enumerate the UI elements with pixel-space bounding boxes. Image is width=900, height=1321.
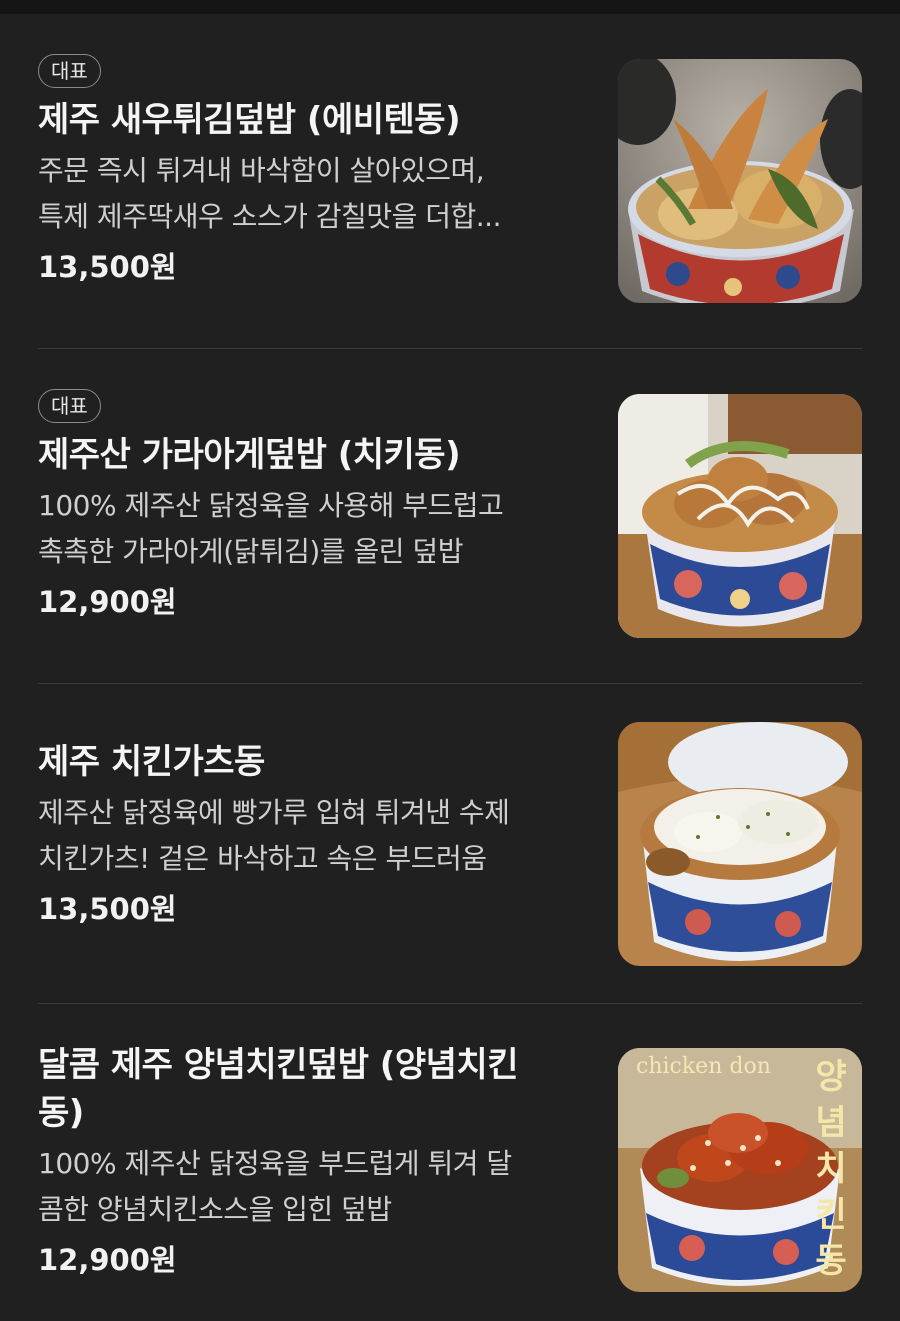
menu-item-description: 주문 즉시 튀겨내 바삭함이 살아있으며, 특제 제주딱새우 소스가 감칠맛을 … bbox=[38, 148, 598, 240]
name-line: 동) bbox=[38, 1093, 84, 1133]
chicken-katsu-bowl-photo[interactable] bbox=[618, 722, 862, 966]
description-line: 특제 제주딱새우 소스가 감칠맛을 더합... bbox=[38, 200, 501, 233]
description-line: 100% 제주산 닭정육을 사용해 부드럽고 bbox=[38, 489, 504, 522]
menu-item-price: 13,500원 bbox=[38, 250, 177, 284]
caption-char: 킨 bbox=[815, 1195, 847, 1235]
menu-item[interactable]: 대표 제주 새우튀김덮밥 (에비텐동) 주문 즉시 튀겨내 바삭함이 살아있으며… bbox=[38, 14, 862, 349]
menu-item-price: 12,900원 bbox=[38, 585, 177, 619]
description-line: 촉촉한 가라아게(닭튀김)를 올린 덮밥 bbox=[38, 535, 463, 568]
description-line: 주문 즉시 튀겨내 바삭함이 살아있으며, bbox=[38, 154, 485, 187]
photo-caption: chicken don bbox=[636, 1054, 771, 1079]
caption-char: 치 bbox=[815, 1149, 847, 1189]
menu-item-text: 대표 제주 새우튀김덮밥 (에비텐동) 주문 즉시 튀겨내 바삭함이 살아있으며… bbox=[38, 54, 598, 290]
menu-item-name: 제주산 가라아게덮밥 (치키동) bbox=[38, 435, 461, 475]
menu-item[interactable]: 대표 제주산 가라아게덮밥 (치키동) 100% 제주산 닭정육을 사용해 부드… bbox=[38, 349, 862, 684]
signature-badge: 대표 bbox=[38, 54, 101, 88]
menu-item-price: 13,500원 bbox=[38, 892, 177, 926]
karaage-chicken-bowl-photo[interactable] bbox=[618, 394, 862, 638]
menu-item-description: 제주산 닭정육에 빵가루 입혀 튀겨낸 수제 치킨가츠! 겉은 바삭하고 속은 … bbox=[38, 790, 598, 882]
description-line: 제주산 닭정육에 빵가루 입혀 튀겨낸 수제 bbox=[38, 796, 510, 829]
signature-badge: 대표 bbox=[38, 389, 101, 423]
menu-list: 대표 제주 새우튀김덮밥 (에비텐동) 주문 즉시 튀겨내 바삭함이 살아있으며… bbox=[38, 14, 862, 1321]
menu-item-text: 달콤 제주 양념치킨덮밥 (양념치킨 동) 100% 제주산 닭정육을 부드럽게… bbox=[38, 1041, 598, 1283]
status-bar-strip bbox=[0, 0, 900, 14]
description-line: 치킨가츠! 겉은 바삭하고 속은 부드러움 bbox=[38, 842, 487, 875]
menu-item-name: 제주 새우튀김덮밥 (에비텐동) bbox=[38, 100, 461, 140]
name-line: 달콤 제주 양념치킨덮밥 (양념치킨 bbox=[38, 1045, 518, 1085]
tempura-shrimp-bowl-photo[interactable] bbox=[618, 59, 862, 303]
menu-item-text: 제주 치킨가츠동 제주산 닭정육에 빵가루 입혀 튀겨낸 수제 치킨가츠! 겉은… bbox=[38, 738, 598, 932]
photo-caption-vertical: 양 념 치 킨 동 bbox=[814, 1054, 848, 1284]
menu-item-text: 대표 제주산 가라아게덮밥 (치키동) 100% 제주산 닭정육을 사용해 부드… bbox=[38, 389, 598, 625]
menu-item-name: 달콤 제주 양념치킨덮밥 (양념치킨 동) bbox=[38, 1041, 598, 1137]
caption-char: 념 bbox=[815, 1103, 847, 1143]
menu-item-price: 12,900원 bbox=[38, 1243, 177, 1277]
menu-item-name: 제주 치킨가츠동 bbox=[38, 742, 265, 782]
menu-item[interactable]: 달콤 제주 양념치킨덮밥 (양념치킨 동) 100% 제주산 닭정육을 부드럽게… bbox=[38, 1004, 862, 1321]
menu-item-description: 100% 제주산 닭정육을 사용해 부드럽고 촉촉한 가라아게(닭튀김)를 올린… bbox=[38, 483, 598, 575]
caption-char: 동 bbox=[815, 1241, 847, 1281]
yangnyeom-chicken-bowl-photo[interactable]: chicken don 양 념 치 킨 동 bbox=[618, 1048, 862, 1292]
description-line: 콤한 양념치킨소스을 입힌 덮밥 bbox=[38, 1193, 392, 1226]
caption-char: 양 bbox=[815, 1057, 847, 1097]
menu-item[interactable]: 제주 치킨가츠동 제주산 닭정육에 빵가루 입혀 튀겨낸 수제 치킨가츠! 겉은… bbox=[38, 684, 862, 1004]
description-line: 100% 제주산 닭정육을 부드럽게 튀겨 달 bbox=[38, 1147, 512, 1180]
menu-item-description: 100% 제주산 닭정육을 부드럽게 튀겨 달 콤한 양념치킨소스을 입힌 덮밥 bbox=[38, 1141, 598, 1233]
